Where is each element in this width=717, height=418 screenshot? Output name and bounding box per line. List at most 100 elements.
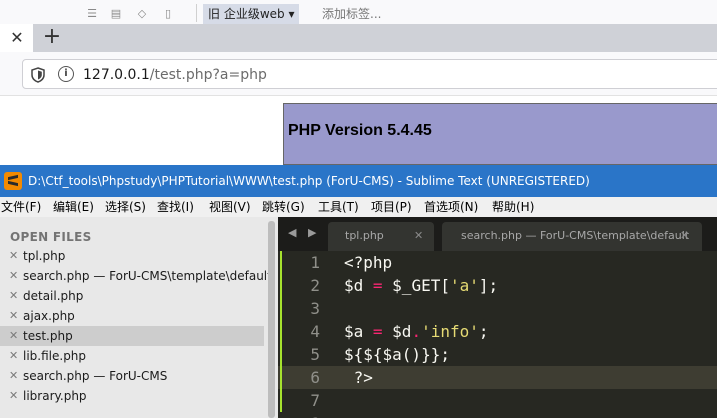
close-file-icon[interactable]: ✕ xyxy=(9,246,18,266)
navigation-bar: i 127.0.0.1/test.php?a=php xyxy=(0,52,717,96)
code-line-4: 4 $a = $d.'info'; xyxy=(278,320,717,343)
window-title: D:\Ctf_tools\Phpstudy\PHPTutorial\WWW\te… xyxy=(28,174,590,188)
line-number: 3 xyxy=(310,299,320,318)
code-text: <?php xyxy=(344,251,392,274)
menu-bar: 文件(F) 编辑(E) 选择(S) 查找(I) 视图(V) 跳转(G) 工具(T… xyxy=(0,197,717,217)
editor: ◀ ▶ tpl.php ✕ search.php — ForU-CMS\temp… xyxy=(278,217,717,418)
file-name: test.php xyxy=(23,329,73,343)
tab-label: search.php — ForU-CMS\template\default xyxy=(461,229,690,242)
open-files-header: OPEN FILES xyxy=(10,230,92,244)
editor-tab-tpl[interactable]: tpl.php ✕ xyxy=(328,222,434,251)
line-number: 5 xyxy=(310,345,320,364)
close-file-icon[interactable]: ✕ xyxy=(9,306,18,326)
bookmark-folder[interactable]: 旧 企业级web ▾ xyxy=(203,4,300,24)
code-area[interactable]: 1 <?php 2 $d = $_GET['a']; 3 4 $a = $d.'… xyxy=(278,251,717,418)
code-token: 'a' xyxy=(449,276,479,295)
menu-tools[interactable]: 工具(T) xyxy=(318,199,359,215)
sidebar-file-lib-file[interactable]: ✕ lib.file.php xyxy=(0,346,264,366)
sidebar-scrollbar[interactable] xyxy=(268,221,275,418)
code-token: $d xyxy=(344,276,364,295)
code-line-8: 8 xyxy=(278,412,717,418)
php-version-title: PHP Version 5.4.45 xyxy=(288,122,432,139)
close-file-icon[interactable]: ✕ xyxy=(9,326,18,346)
code-line-3: 3 xyxy=(278,297,717,320)
browser-tab[interactable]: ✕ xyxy=(0,24,33,52)
url-text[interactable]: 127.0.0.1/test.php?a=php xyxy=(83,65,267,85)
close-tab-icon[interactable]: ✕ xyxy=(414,229,423,242)
reader-view-icon[interactable]: ▤ xyxy=(110,8,122,20)
sidebar-file-ajax[interactable]: ✕ ajax.php xyxy=(0,306,264,326)
code-line-5: 5 ${${$a()}}; xyxy=(278,343,717,366)
web-page: PHP Version 5.4.45 xyxy=(0,97,717,165)
close-file-icon[interactable]: ✕ xyxy=(9,386,18,406)
file-name: ajax.php xyxy=(23,309,75,323)
add-tag-link[interactable]: 添加标签... xyxy=(322,4,381,24)
line-number: 7 xyxy=(310,391,320,410)
sublime-titlebar: D:\Ctf_tools\Phpstudy\PHPTutorial\WWW\te… xyxy=(0,165,717,197)
code-line-2: 2 $d = $_GET['a']; xyxy=(278,274,717,297)
address-bar[interactable]: i 127.0.0.1/test.php?a=php xyxy=(22,59,717,89)
tab-scroll-arrows-icon[interactable]: ◀ ▶ xyxy=(288,226,320,239)
file-name: tpl.php xyxy=(23,249,66,263)
bookmarks-toolbar: ☰ ▤ ◇ ▯ 旧 企业级web ▾ 添加标签... xyxy=(0,0,717,24)
line-number: 6 xyxy=(310,368,320,387)
sidebar-file-test[interactable]: ✕ test.php xyxy=(0,326,264,346)
menu-find[interactable]: 查找(I) xyxy=(157,199,194,215)
code-token: $_GET[ xyxy=(392,276,450,295)
new-tab-button[interactable]: + xyxy=(42,26,62,48)
file-name: lib.file.php xyxy=(23,349,87,363)
tab-label: tpl.php xyxy=(345,229,384,242)
site-info-icon[interactable]: i xyxy=(58,66,74,82)
close-file-icon[interactable]: ✕ xyxy=(9,286,18,306)
line-number: 8 xyxy=(278,412,320,418)
sidebar-file-tpl[interactable]: ✕ tpl.php xyxy=(0,246,264,266)
menu-project[interactable]: 项目(P) xyxy=(371,199,412,215)
menu-edit[interactable]: 编辑(E) xyxy=(53,199,94,215)
code-text: $d = $_GET['a']; xyxy=(344,274,498,297)
code-line-7: 7 xyxy=(278,389,717,412)
sidebar-file-detail[interactable]: ✕ detail.php xyxy=(0,286,264,306)
url-host: 127.0.0.1 xyxy=(83,67,150,83)
menu-view[interactable]: 视图(V) xyxy=(209,199,251,215)
code-token: ${${$a()}}; xyxy=(344,345,450,364)
sublime-logo-icon xyxy=(4,172,22,190)
menu-preferences[interactable]: 首选项(N) xyxy=(424,199,478,215)
sidebar-icon[interactable]: ▯ xyxy=(162,8,174,20)
code-token: = xyxy=(363,276,393,295)
code-line-1: 1 <?php xyxy=(278,251,717,274)
code-text: $a = $d.'info'; xyxy=(344,320,489,343)
code-text: ?> xyxy=(344,366,373,389)
tab-strip: ✕ + xyxy=(0,24,717,52)
menu-goto[interactable]: 跳转(G) xyxy=(262,199,305,215)
menu-file[interactable]: 文件(F) xyxy=(1,199,41,215)
code-token: . xyxy=(411,322,422,341)
code-line-6: 6 ?> xyxy=(278,366,717,389)
url-path: /test.php?a=php xyxy=(149,67,267,83)
code-token: ?> xyxy=(344,368,373,387)
close-file-icon[interactable]: ✕ xyxy=(9,346,18,366)
menu-selection[interactable]: 选择(S) xyxy=(105,199,146,215)
screen: ☰ ▤ ◇ ▯ 旧 企业级web ▾ 添加标签... ✕ + i 127.0.0… xyxy=(0,0,717,418)
file-name: search.php — ForU-CMS xyxy=(23,369,168,383)
file-name: library.php xyxy=(23,389,87,403)
phpinfo-header: PHP Version 5.4.45 xyxy=(283,103,717,165)
close-file-icon[interactable]: ✕ xyxy=(9,266,18,286)
code-token: $a xyxy=(344,322,364,341)
code-token: $d xyxy=(392,322,412,341)
code-token: <?php xyxy=(344,253,393,272)
tracking-shield-icon[interactable] xyxy=(31,67,45,83)
sidebar-file-library[interactable]: ✕ library.php xyxy=(0,386,264,406)
line-number: 4 xyxy=(310,322,320,341)
close-tab-icon[interactable]: ✕ xyxy=(9,29,25,47)
line-number: 2 xyxy=(310,276,320,295)
extension-icon[interactable]: ◇ xyxy=(136,8,148,20)
menu-help[interactable]: 帮助(H) xyxy=(492,199,534,215)
editor-tab-search[interactable]: search.php — ForU-CMS\template\default ✕ xyxy=(442,222,702,251)
close-file-icon[interactable]: ✕ xyxy=(9,366,18,386)
sidebar-file-search-default[interactable]: ✕ search.php — ForU-CMS\template\default xyxy=(0,266,272,286)
close-tab-icon[interactable]: ✕ xyxy=(680,229,689,242)
file-name: search.php — ForU-CMS\template\default xyxy=(23,269,272,283)
sidebar-file-search-cms[interactable]: ✕ search.php — ForU-CMS xyxy=(0,366,264,386)
history-icon[interactable]: ☰ xyxy=(86,8,98,20)
code-token: 'info' xyxy=(421,322,479,341)
